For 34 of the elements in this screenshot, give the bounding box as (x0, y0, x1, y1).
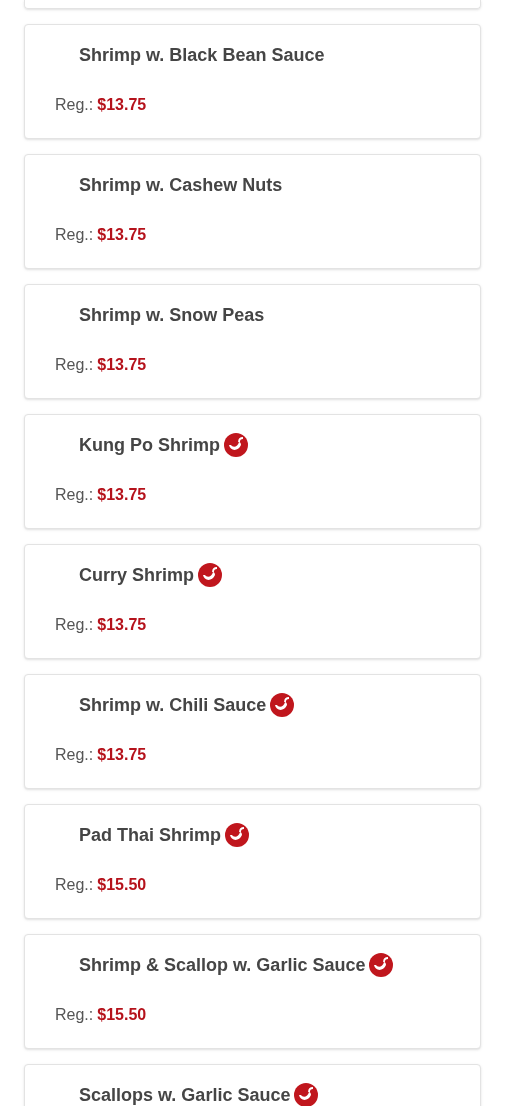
menu-card[interactable]: Kung Po Shrimp Reg.: $13.75 (24, 414, 481, 529)
price-label: Reg.: (55, 225, 94, 245)
price: $13.75 (97, 615, 147, 635)
dish-name: Kung Po Shrimp (79, 433, 220, 457)
price-label: Reg.: (55, 875, 94, 895)
menu-card[interactable]: Shrimp w. Chili Sauce Reg.: $13.75 (24, 674, 481, 789)
dish-name: Shrimp w. Snow Peas (79, 303, 265, 327)
dish-name: Shrimp w. Black Bean Sauce (79, 43, 325, 67)
price: $13.75 (97, 225, 147, 245)
menu-card[interactable]: Shrimp w. Black Bean Sauce Reg.: $13.75 (24, 24, 481, 139)
price: $13.75 (97, 485, 147, 505)
menu-card[interactable]: Curry Shrimp Reg.: $13.75 (24, 544, 481, 659)
menu-card[interactable]: Pad Thai Shrimp Reg.: $15.50 (24, 804, 481, 919)
price-label: Reg.: (55, 485, 94, 505)
price-label: Reg.: (55, 355, 94, 375)
dish-name: Shrimp w. Cashew Nuts (79, 173, 283, 197)
dish-name: Scallops w. Garlic Sauce (79, 1083, 291, 1106)
price: $15.50 (97, 875, 147, 895)
price-label: Reg.: (55, 615, 94, 635)
dish-name: Shrimp w. Chili Sauce (79, 693, 267, 717)
menu-card[interactable]: Scallops w. Garlic Sauce (24, 1064, 481, 1106)
dish-name: Pad Thai Shrimp (79, 823, 222, 847)
price-label: Reg.: (55, 1005, 94, 1025)
price-label: Reg.: (55, 745, 94, 765)
price: $13.75 (97, 95, 147, 115)
price: $13.75 (97, 355, 147, 375)
dish-name: Curry Shrimp (79, 563, 195, 587)
dish-name: Shrimp & Scallop w. Garlic Sauce (79, 953, 366, 977)
menu-card[interactable]: Shrimp w. Cashew Nuts Reg.: $13.75 (24, 154, 481, 269)
price: $15.50 (97, 1005, 147, 1025)
price-label: Reg.: (55, 95, 94, 115)
menu-card[interactable]: Shrimp w. Snow Peas Reg.: $13.75 (24, 284, 481, 399)
price: $13.75 (97, 745, 147, 765)
menu-card[interactable]: Shrimp & Scallop w. Garlic Sauce Reg.: $15.50 (24, 934, 481, 1049)
